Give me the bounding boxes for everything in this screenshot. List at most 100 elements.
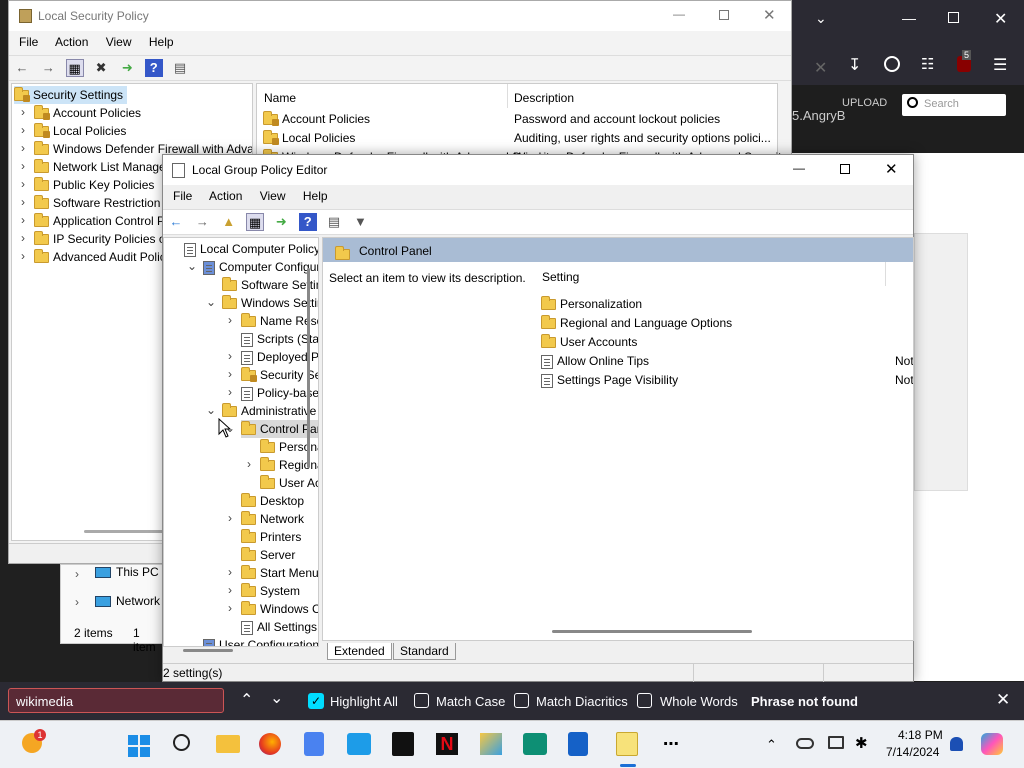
clock-time[interactable]: 4:18 PM [898, 728, 943, 742]
gpe-tree-item[interactable]: System [241, 582, 300, 600]
lsp-tree-item[interactable]: Local Policies [34, 122, 126, 140]
gpe-tree-expander[interactable]: › [225, 583, 235, 597]
lsp-close-icon[interactable]: ✕ [763, 6, 776, 24]
gpe-tree-hscroll[interactable] [183, 649, 233, 652]
delete-icon[interactable]: ✖ [92, 59, 110, 77]
match-case-label[interactable]: Match Case [436, 694, 505, 709]
start-icon[interactable] [128, 735, 150, 757]
upload-link[interactable]: UPLOAD [842, 97, 887, 109]
setting-row[interactable]: Regional and Language Options [541, 314, 732, 332]
settings-hscroll[interactable] [552, 630, 752, 633]
find-previous-icon[interactable]: ⌃ [240, 690, 253, 710]
gpe-tree-expander[interactable]: › [225, 511, 235, 525]
gpe-tree-item[interactable]: Computer Configuration [203, 258, 318, 276]
lsp-menu-help[interactable]: Help [149, 35, 174, 49]
gpe-tree-expander[interactable]: ⌄ [206, 295, 216, 309]
gpe-tree-item[interactable]: Administrative Templates [222, 402, 318, 420]
gpe-tree-expander[interactable]: ⌄ [206, 403, 216, 417]
tab-standard[interactable]: Standard [393, 643, 456, 660]
notepad-icon[interactable] [616, 732, 638, 756]
gpe-tree-item[interactable]: Start Menu and Taskbar [241, 564, 318, 582]
show-hide-tree-icon[interactable]: ▦ [65, 59, 84, 77]
clock-date[interactable]: 7/14/2024 [886, 745, 939, 759]
lsp-minimize-icon[interactable]: — [673, 7, 685, 21]
display-icon[interactable] [828, 736, 844, 749]
this-pc-chevron-icon[interactable]: › [75, 567, 79, 581]
lsp-menu-file[interactable]: File [19, 35, 38, 49]
match-case-checkbox[interactable] [414, 693, 429, 708]
gpe-tree-vscroll[interactable] [307, 268, 310, 468]
lsp-menu-view[interactable]: View [106, 35, 132, 49]
whole-words-label[interactable]: Whole Words [660, 694, 738, 709]
menu-icon[interactable]: ☰ [993, 55, 1007, 75]
lsp-col-name[interactable]: Name [264, 91, 296, 105]
firefox-icon[interactable] [259, 733, 281, 755]
gpe-menu-help[interactable]: Help [303, 189, 328, 203]
tab-list-chevron-icon[interactable]: ⌄ [815, 10, 827, 27]
properties-icon[interactable]: ▤ [171, 59, 189, 77]
package-icon[interactable] [392, 732, 414, 756]
close-tab-icon[interactable]: ✕ [814, 58, 827, 78]
setting-row[interactable]: User Accounts [541, 333, 637, 351]
setting-col-header[interactable]: Setting [542, 270, 579, 284]
lsp-tree-expander[interactable]: › [18, 141, 28, 155]
gpe-back-icon[interactable]: ← [167, 213, 185, 231]
gpe-tree-item[interactable]: Local Computer Policy [184, 240, 318, 258]
lsp-tree-expander[interactable]: › [18, 159, 28, 173]
download-icon[interactable]: ↧ [848, 55, 861, 75]
gpe-tree-item[interactable]: Windows Settings [222, 294, 318, 312]
forward-icon[interactable]: → [39, 59, 57, 77]
gpe-tree-item[interactable]: User Accounts [260, 474, 318, 492]
gpe-tree-item[interactable]: Printers [241, 528, 301, 546]
gpe-menu-file[interactable]: File [173, 189, 192, 203]
highlight-all-label[interactable]: Highlight All [330, 694, 398, 709]
lsp-tree-expander[interactable]: › [18, 249, 28, 263]
lsp-tree-expander[interactable]: › [18, 231, 28, 245]
gpe-close-icon[interactable]: ✕ [885, 160, 898, 178]
gpe-tree-expander[interactable]: › [225, 367, 235, 381]
gpe-tree-expander[interactable]: › [225, 349, 235, 363]
lsp-tree-root[interactable]: Security Settings [14, 86, 128, 104]
setting-row[interactable]: Settings Page Visibility [541, 371, 678, 389]
gpe-menu-action[interactable]: Action [209, 189, 242, 203]
network-label[interactable]: Network [116, 594, 160, 608]
setting-row[interactable]: Allow Online Tips [541, 352, 649, 370]
minimize-icon[interactable]: — [902, 10, 916, 26]
gpe-tree-item[interactable]: Desktop [241, 492, 304, 510]
reader-icon[interactable] [523, 733, 547, 755]
app-icon-doc[interactable] [568, 732, 588, 756]
netflix-icon[interactable]: N [436, 733, 458, 755]
lsp-tree-expander[interactable]: › [18, 123, 28, 137]
lsp-tree-expander[interactable]: › [18, 177, 28, 191]
notification-bell-icon[interactable] [950, 737, 963, 751]
match-diacritics-label[interactable]: Match Diacritics [536, 694, 628, 709]
setting-row[interactable]: Personalization [541, 295, 642, 313]
gpe-tree-expander[interactable]: › [225, 565, 235, 579]
onedrive-icon[interactable] [796, 738, 814, 749]
extensions-icon[interactable]: ☷ [921, 55, 934, 73]
back-icon[interactable]: ← [13, 59, 31, 77]
copilot-icon[interactable] [981, 733, 1003, 755]
close-icon[interactable]: ✕ [994, 9, 1007, 29]
gpe-help-icon[interactable]: ? [298, 213, 317, 231]
gpe-tree-expander[interactable]: › [225, 313, 235, 327]
gpe-properties-icon[interactable]: ▤ [325, 213, 343, 231]
whole-words-checkbox[interactable] [637, 693, 652, 708]
lsp-maximize-icon[interactable] [719, 10, 729, 20]
find-input[interactable]: wikimedia [8, 688, 224, 713]
this-pc-label[interactable]: This PC [116, 565, 159, 579]
gpe-tree-item[interactable]: User Configuration [203, 636, 318, 646]
lsp-col-desc[interactable]: Description [514, 91, 574, 105]
taskbar-search-icon[interactable] [173, 734, 190, 751]
tab-extended[interactable]: Extended [327, 643, 392, 660]
search-box[interactable]: Search [902, 94, 1006, 116]
gpe-tree-item[interactable]: Personalization [260, 438, 318, 456]
gpe-export-list-icon[interactable]: ➜ [272, 213, 290, 231]
gpe-minimize-icon[interactable]: — [793, 161, 805, 175]
find-close-icon[interactable]: ✕ [996, 690, 1010, 710]
account-icon[interactable] [884, 56, 900, 72]
export-list-icon[interactable]: ➜ [118, 59, 136, 77]
help-icon[interactable]: ? [144, 59, 163, 77]
gpe-tree-expander[interactable]: › [244, 457, 254, 471]
gpe-menu-view[interactable]: View [260, 189, 286, 203]
